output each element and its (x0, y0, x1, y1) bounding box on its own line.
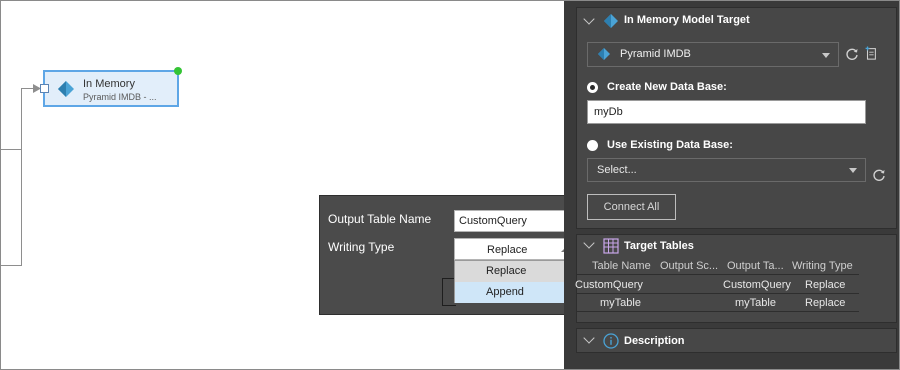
section-header[interactable]: Description (577, 329, 896, 353)
cell-writing-type: Replace (805, 297, 846, 309)
chevron-down-icon (822, 53, 830, 58)
new-db-name-input[interactable]: myDb (587, 100, 866, 124)
cell-table-name: myTable (600, 297, 641, 309)
use-existing-db-radio[interactable] (587, 140, 598, 151)
refresh-icon[interactable] (845, 47, 859, 61)
diamond-icon (58, 81, 74, 97)
option-replace[interactable]: Replace (455, 261, 577, 282)
properties-panel: In Memory Model Target Pyramid IMDB Crea… (564, 1, 899, 369)
info-icon (603, 333, 619, 349)
cell-output-table: CustomQuery (723, 279, 791, 291)
in-memory-node[interactable]: In Memory Pyramid IMDB - ... (40, 67, 182, 107)
option-append[interactable]: Append (455, 282, 577, 303)
table-row[interactable]: CustomQuery CustomQuery Replace (575, 276, 859, 294)
column-header[interactable]: Output Sc... (660, 260, 718, 272)
node-title: In Memory (83, 78, 135, 90)
writing-type-select[interactable]: Replace (454, 238, 578, 260)
refresh-icon[interactable] (872, 168, 886, 182)
connector-line (1, 265, 22, 266)
section-header[interactable]: In Memory Model Target (577, 8, 896, 34)
writing-type-value: Replace (487, 244, 528, 256)
description-section: Description (576, 328, 897, 353)
column-header[interactable]: Output Ta... (727, 260, 784, 272)
target-tables-section: Target Tables Table Name Output Sc... Ou… (575, 234, 897, 323)
node-subtitle: Pyramid IMDB - ... (83, 92, 157, 102)
chevron-down-icon[interactable] (583, 237, 595, 249)
use-existing-db-label: Use Existing Data Base: (607, 139, 733, 151)
existing-db-placeholder: Select... (597, 164, 637, 176)
target-source-dropdown[interactable]: Pyramid IMDB (587, 42, 839, 67)
connector-line (21, 88, 22, 266)
section-header[interactable]: Target Tables (577, 235, 896, 257)
column-header[interactable]: Table Name (592, 260, 651, 272)
chevron-down-icon (849, 168, 857, 173)
writing-type-label: Writing Type (328, 240, 395, 254)
column-header[interactable]: Writing Type (792, 260, 853, 272)
table-header-row: Table Name Output Sc... Output Ta... Wri… (577, 257, 859, 275)
in-memory-target-section: In Memory Model Target Pyramid IMDB Crea… (576, 7, 897, 229)
target-source-value: Pyramid IMDB (620, 48, 691, 60)
cell-writing-type: Replace (805, 279, 846, 291)
output-table-popup: Output Table Name CustomQuery Writing Ty… (319, 195, 588, 315)
node-input-port[interactable] (40, 84, 49, 93)
diamond-icon (604, 14, 618, 28)
output-table-name-input[interactable]: CustomQuery (454, 210, 578, 232)
create-new-db-radio[interactable] (587, 82, 598, 93)
add-database-icon[interactable] (864, 46, 878, 60)
writing-type-options: Replace Append (454, 260, 578, 303)
create-new-db-label: Create New Data Base: (607, 81, 727, 93)
node-resize-handle[interactable] (174, 67, 182, 75)
section-title: Description (624, 335, 685, 347)
table-grid-icon (603, 238, 619, 254)
output-table-name-label: Output Table Name (328, 212, 432, 226)
chevron-down-icon[interactable] (583, 13, 595, 25)
chevron-down-icon[interactable] (583, 332, 595, 344)
connector-line (1, 149, 21, 150)
diamond-icon (598, 48, 610, 60)
connect-all-button[interactable]: Connect All (587, 194, 676, 220)
existing-db-select[interactable]: Select... (587, 158, 866, 182)
app-root: In Memory Pyramid IMDB - ... Output Tabl… (0, 0, 900, 370)
section-title: In Memory Model Target (624, 14, 750, 26)
table-row[interactable]: myTable myTable Replace (577, 294, 859, 312)
cell-output-table: myTable (735, 297, 776, 309)
section-title: Target Tables (624, 240, 694, 252)
cell-table-name: CustomQuery (575, 279, 643, 291)
